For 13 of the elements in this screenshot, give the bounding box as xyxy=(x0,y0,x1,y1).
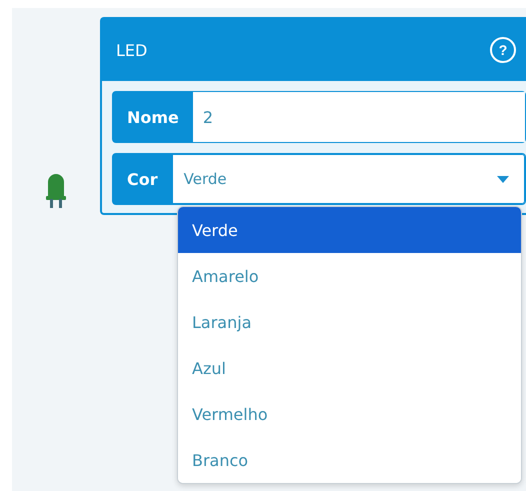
field-label: Nome xyxy=(113,92,193,142)
color-select[interactable]: Verde xyxy=(172,154,525,204)
dropdown-option[interactable]: Amarelo xyxy=(178,253,521,299)
dropdown-option[interactable]: Branco xyxy=(178,437,521,483)
help-button[interactable]: ? xyxy=(490,37,516,63)
panel-title: LED xyxy=(116,40,148,60)
dropdown-option[interactable]: Laranja xyxy=(178,299,521,345)
field-label: Cor xyxy=(113,154,172,204)
dropdown-option[interactable]: Azul xyxy=(178,345,521,391)
dropdown-option[interactable]: Verde xyxy=(178,207,521,253)
dropdown-option[interactable]: Vermelho xyxy=(178,391,521,437)
name-field[interactable]: Nome 2 xyxy=(112,91,526,143)
caret-icon xyxy=(497,176,509,182)
